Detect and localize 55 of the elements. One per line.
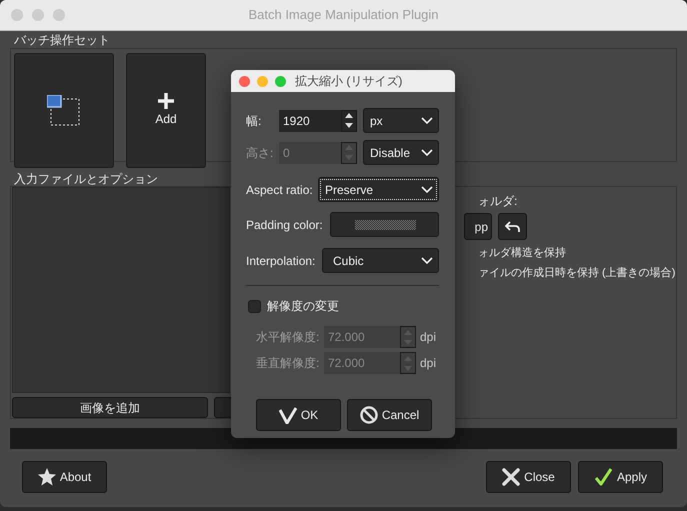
unit-label: dpi <box>420 329 436 346</box>
field-label: Aspect ratio: <box>246 182 313 198</box>
unit-dropdown[interactable]: px <box>363 108 439 133</box>
checkbox[interactable] <box>248 300 261 312</box>
plus-icon <box>158 93 174 109</box>
window-title: Batch Image Manipulation Plugin <box>248 6 439 24</box>
up-arrow-icon <box>345 113 353 118</box>
add-image-button[interactable]: 画像を追加 <box>12 397 208 418</box>
chevron-icon <box>421 186 433 193</box>
spinner-arrows[interactable] <box>341 110 357 132</box>
window-control[interactable] <box>239 76 250 86</box>
output-folder-label: ォルダ: <box>478 193 518 210</box>
dropdown[interactable]: Preserve <box>318 177 439 202</box>
field-label: Padding color: <box>246 216 323 234</box>
ok-button[interactable]: OK <box>256 399 341 431</box>
close-icon <box>502 468 520 486</box>
option-label: ォルダ構造を保持 <box>478 246 567 261</box>
down-arrow-icon <box>345 123 353 128</box>
group-label: バッチ操作セット <box>13 33 110 47</box>
window-control[interactable] <box>257 76 268 86</box>
section-label: 入力ファイルとオプション <box>13 172 158 186</box>
field-label: Interpolation: <box>246 252 316 270</box>
field-label: 幅: <box>246 112 262 130</box>
window-control[interactable] <box>11 9 23 21</box>
field-label: 垂直解像度: <box>256 355 320 372</box>
apply-button[interactable]: Apply <box>578 461 663 493</box>
field-label: 水平解像度: <box>256 329 320 346</box>
chevron-icon <box>421 149 433 156</box>
close-button[interactable]: Close <box>486 461 571 493</box>
check-icon <box>278 406 297 424</box>
chevron-icon <box>421 257 433 264</box>
undo-button[interactable] <box>498 213 527 240</box>
dialog-title: 拡大縮小 (リサイズ) <box>295 73 402 90</box>
window-control[interactable] <box>275 76 286 86</box>
number-field[interactable]: 1920 <box>279 110 341 132</box>
operation-tile[interactable] <box>14 53 114 168</box>
star-icon <box>38 468 56 486</box>
no-entry-icon <box>360 406 378 424</box>
folder-button[interactable]: pp <box>464 213 492 240</box>
option-label: ァイルの作成日時を保持 (上書きの場合) <box>478 266 676 281</box>
undo-icon <box>505 220 520 233</box>
dropdown[interactable]: Cubic <box>322 248 439 273</box>
chevron-icon <box>421 117 433 124</box>
add-tile[interactable]: Add <box>126 53 206 168</box>
window-control[interactable] <box>32 9 44 21</box>
checkbox-label: 解像度の変更 <box>267 298 339 315</box>
check-icon <box>594 468 613 486</box>
resize-icon <box>47 94 81 126</box>
color-button[interactable] <box>330 212 439 237</box>
about-button[interactable]: About <box>22 461 107 493</box>
field-label: 高さ: <box>246 144 274 162</box>
unit-label: dpi <box>420 355 436 372</box>
color-swatch <box>354 220 416 230</box>
cancel-button[interactable]: Cancel <box>347 399 432 431</box>
window-control[interactable] <box>53 9 65 21</box>
